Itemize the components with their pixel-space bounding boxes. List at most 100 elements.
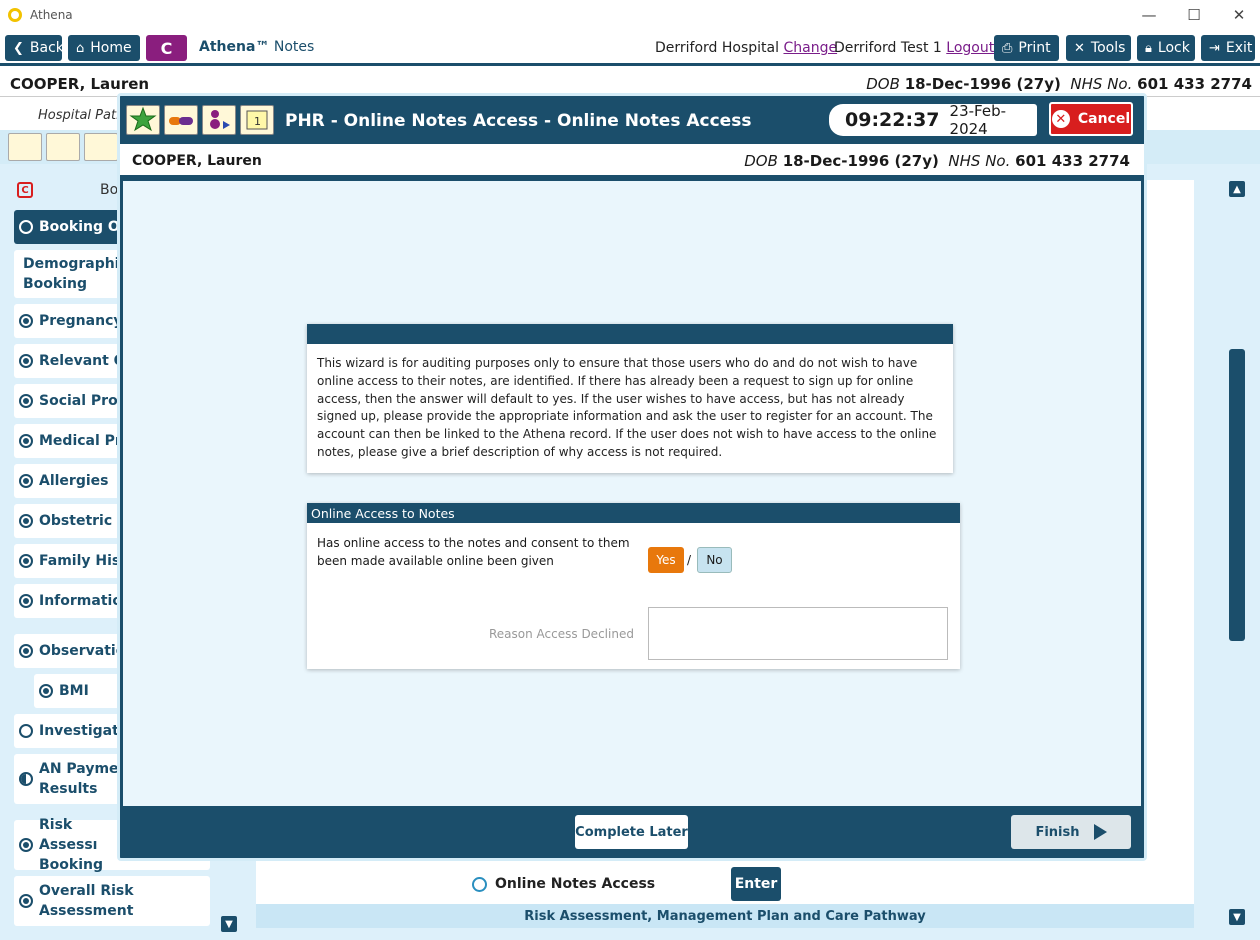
enter-button[interactable]: Enter [731, 867, 781, 901]
tools-icon: ✕ [1074, 40, 1085, 56]
booking-header: Bo [100, 182, 119, 198]
modal-patient-banner: COOPER, Lauren DOB 18-Dec-1996 (27y) NHS… [120, 144, 1144, 178]
reason-label: Reason Access Declined [489, 627, 634, 641]
status-filled-icon [19, 514, 33, 528]
status-filled-icon [39, 684, 53, 698]
back-label: Back [29, 40, 64, 56]
person-arrow-icon[interactable] [84, 133, 118, 161]
hospital-patient-label: Hospital Patie [38, 108, 128, 123]
dob-value: 18-Dec-1996 (27y) [782, 152, 939, 170]
exit-icon: ⇥ [1209, 40, 1220, 56]
tools-button[interactable]: ✕ Tools [1066, 35, 1131, 61]
lock-button[interactable]: 🔒︎ Lock [1137, 35, 1195, 61]
online-access-panel: Online Access to Notes Has online access… [307, 503, 960, 669]
dob-value: 18-Dec-1996 (27y) [904, 75, 1061, 93]
right-scrollbar-thumb[interactable] [1229, 349, 1245, 641]
yes-button[interactable]: Yes [648, 547, 684, 573]
consent-question: Has online access to the notes and conse… [317, 536, 630, 568]
brand-name: Athena™ [199, 39, 270, 55]
yes-no-separator: / [687, 553, 692, 567]
printer-icon: ⎙ [1002, 40, 1013, 56]
status-empty-icon [19, 724, 33, 738]
finish-label: Finish [1035, 824, 1080, 840]
status-filled-icon [19, 644, 33, 658]
patient-name: COOPER, Lauren [10, 75, 150, 93]
back-button[interactable]: ❮ Back [5, 35, 64, 61]
status-filled-icon [19, 838, 33, 852]
finish-button[interactable]: Finish [1011, 815, 1131, 849]
status-empty-icon [472, 876, 487, 892]
home-button[interactable]: ⌂ Home [68, 35, 140, 61]
right-scroll-down-icon[interactable]: ▼ [1229, 909, 1245, 925]
left-scroll-down-icon[interactable]: ▼ [221, 916, 237, 932]
svg-text:1: 1 [254, 115, 261, 128]
nav-label: Overall Risk Assessment [39, 883, 134, 919]
status-filled-icon [19, 594, 33, 608]
user-name: Derriford Test 1 [834, 40, 942, 56]
status-filled-icon [19, 894, 33, 908]
lock-label: Lock [1157, 40, 1190, 56]
nav-label: Allergies [39, 473, 109, 489]
window-titlebar: Athena — ☐ ✕ [0, 0, 1260, 30]
online-notes-access-label: Online Notes Access [495, 876, 656, 892]
close-circle-icon: ✕ [1051, 110, 1070, 128]
exit-label: Exit [1225, 40, 1253, 56]
home-icon: ⌂ [76, 40, 85, 56]
play-arrow-icon [1093, 824, 1107, 840]
info-panel-header [307, 324, 953, 344]
pill-icon[interactable] [164, 105, 198, 135]
user-info: Derriford Test 1 Logout [834, 40, 994, 56]
info-panel: This wizard is for auditing purposes onl… [307, 324, 953, 473]
cancel-label: Cancel [1077, 111, 1131, 127]
tools-label: Tools [1090, 40, 1126, 56]
window-title: Athena [30, 8, 73, 22]
logout-link[interactable]: Logout [946, 40, 994, 56]
right-scroll-up-icon[interactable]: ▲ [1229, 181, 1245, 197]
online-access-header: Online Access to Notes [307, 503, 960, 523]
close-icon[interactable]: ✕ [1228, 4, 1250, 26]
chevron-left-icon: ❮ [13, 40, 24, 56]
status-filled-icon [19, 314, 33, 328]
exit-button[interactable]: ⇥ Exit [1201, 35, 1255, 61]
modal-header: 1 PHR - Online Notes Access - Online Not… [120, 96, 1144, 144]
modal-patient-identifiers: DOB 18-Dec-1996 (27y) NHS No. 601 433 27… [744, 152, 1130, 170]
c-badge-icon: C [17, 182, 33, 198]
print-button[interactable]: ⎙ Print [994, 35, 1059, 61]
brand-suffix: Notes [273, 39, 315, 55]
cancel-button[interactable]: ✕ Cancel [1049, 102, 1133, 136]
nav-overall-risk-assessment[interactable]: Overall Risk Assessment [14, 876, 210, 926]
pill-icon[interactable] [46, 133, 80, 161]
star-icon[interactable] [8, 133, 42, 161]
nhs-label: NHS No. [948, 152, 1011, 170]
change-hospital-link[interactable]: Change [783, 40, 837, 56]
calendar-icon[interactable]: 1 [240, 105, 274, 135]
c-button[interactable]: C [146, 35, 187, 61]
star-icon[interactable] [126, 105, 160, 135]
maximize-icon[interactable]: ☐ [1183, 4, 1205, 26]
modal-title: PHR - Online Notes Access - Online Notes… [285, 111, 752, 131]
nav-label: Obstetric H [39, 513, 129, 529]
risk-assessment-bar[interactable]: Risk Assessment, Management Plan and Car… [256, 904, 1194, 928]
nav-label: Risk Assessı Booking [39, 817, 104, 873]
clock-date: 23-Feb-2024 [949, 102, 1007, 138]
online-notes-access-row: Online Notes Access [472, 876, 655, 892]
no-button[interactable]: No [697, 547, 732, 573]
patient-identifiers: DOB 18-Dec-1996 (27y) NHS No. 601 433 27… [866, 75, 1252, 93]
status-filled-icon [19, 474, 33, 488]
print-label: Print [1018, 40, 1051, 56]
main-toolbar: ❮ Back ⌂ Home C Athena™ Notes Derriford … [0, 30, 1260, 66]
status-filled-icon [19, 354, 33, 368]
status-empty-icon [19, 220, 33, 234]
modal-footer: Complete Later Finish [120, 806, 1144, 858]
minimize-icon[interactable]: — [1138, 4, 1160, 26]
athena-logo-icon [8, 8, 22, 22]
person-arrow-icon[interactable] [202, 105, 236, 135]
nav-label: AN Paymen Results [39, 761, 129, 797]
clock-time: 09:22:37 [845, 109, 940, 131]
reason-input[interactable] [648, 607, 948, 660]
status-half-icon [19, 772, 33, 786]
home-label: Home [90, 40, 132, 56]
complete-later-button[interactable]: Complete Later [575, 815, 688, 849]
nhs-value: 601 433 2774 [1015, 152, 1130, 170]
status-filled-icon [19, 554, 33, 568]
